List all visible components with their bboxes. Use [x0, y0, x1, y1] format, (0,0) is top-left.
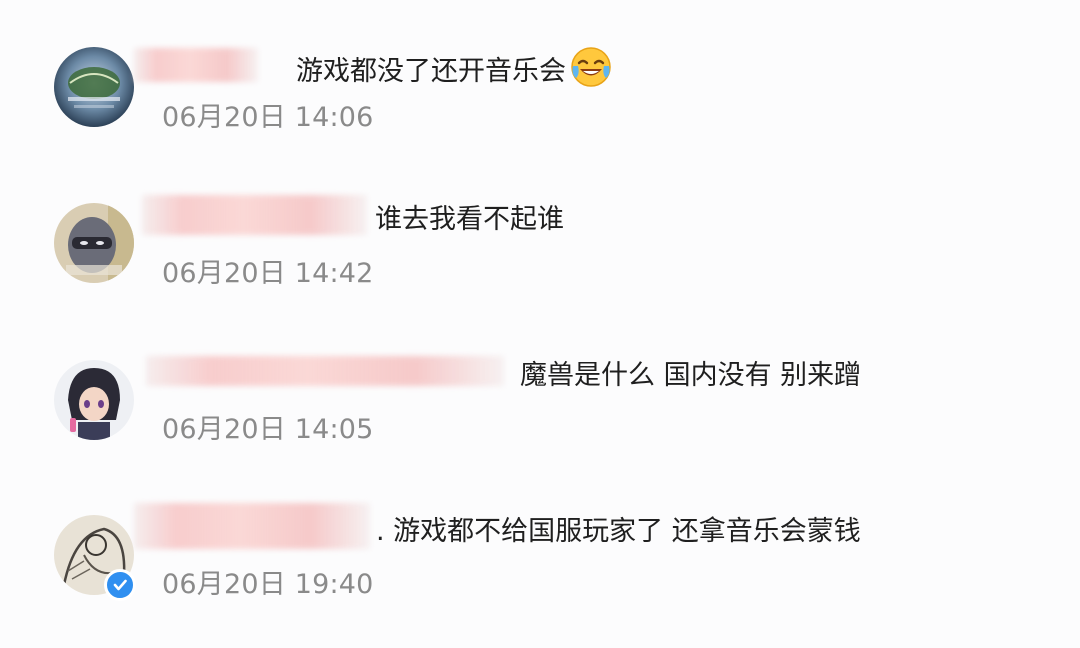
comment-item: 谁去我看不起谁 06月20日 14:42 — [0, 155, 1080, 305]
comment-item: 游戏都没了还开音乐会 06月20日 14:06 — [0, 0, 1080, 150]
avatar[interactable] — [54, 47, 134, 127]
avatar-image — [54, 203, 134, 283]
comment-timestamp: 06月20日 14:05 — [162, 414, 374, 445]
comment-timestamp: 06月20日 14:06 — [162, 102, 374, 133]
comment-text: 谁去我看不起谁 — [375, 204, 564, 235]
comment-timestamp: 06月20日 14:42 — [162, 258, 374, 289]
comment-item: 魔兽是什么 国内没有 别来蹭 06月20日 14:05 — [0, 310, 1080, 460]
verified-badge — [104, 569, 136, 601]
avatar-image — [54, 47, 134, 127]
avatar-image — [54, 360, 134, 440]
avatar[interactable] — [54, 360, 134, 440]
comment-text: 魔兽是什么 国内没有 别来蹭 — [520, 360, 862, 391]
username-redacted[interactable] — [146, 356, 504, 386]
comment-text-content: 游戏都没了还开音乐会 — [296, 56, 566, 87]
username-redacted[interactable] — [134, 48, 258, 82]
checkmark-icon — [113, 579, 127, 591]
comment-text: 游戏都没了还开音乐会 — [296, 46, 612, 89]
comment-item: . 游戏都不给国服玩家了 还拿音乐会蒙钱 06月20日 19:40 — [0, 465, 1080, 615]
username-redacted[interactable] — [134, 503, 370, 549]
comment-timestamp: 06月20日 19:40 — [162, 569, 374, 600]
comment-text: . 游戏都不给国服玩家了 还拿音乐会蒙钱 — [376, 516, 861, 547]
username-redacted[interactable] — [142, 195, 367, 235]
comment-list: 游戏都没了还开音乐会 06月20日 14:06 谁去我看不起谁 06月20日 1… — [0, 0, 1080, 648]
avatar[interactable] — [54, 203, 134, 283]
laughing-crying-emoji-icon — [570, 46, 612, 88]
